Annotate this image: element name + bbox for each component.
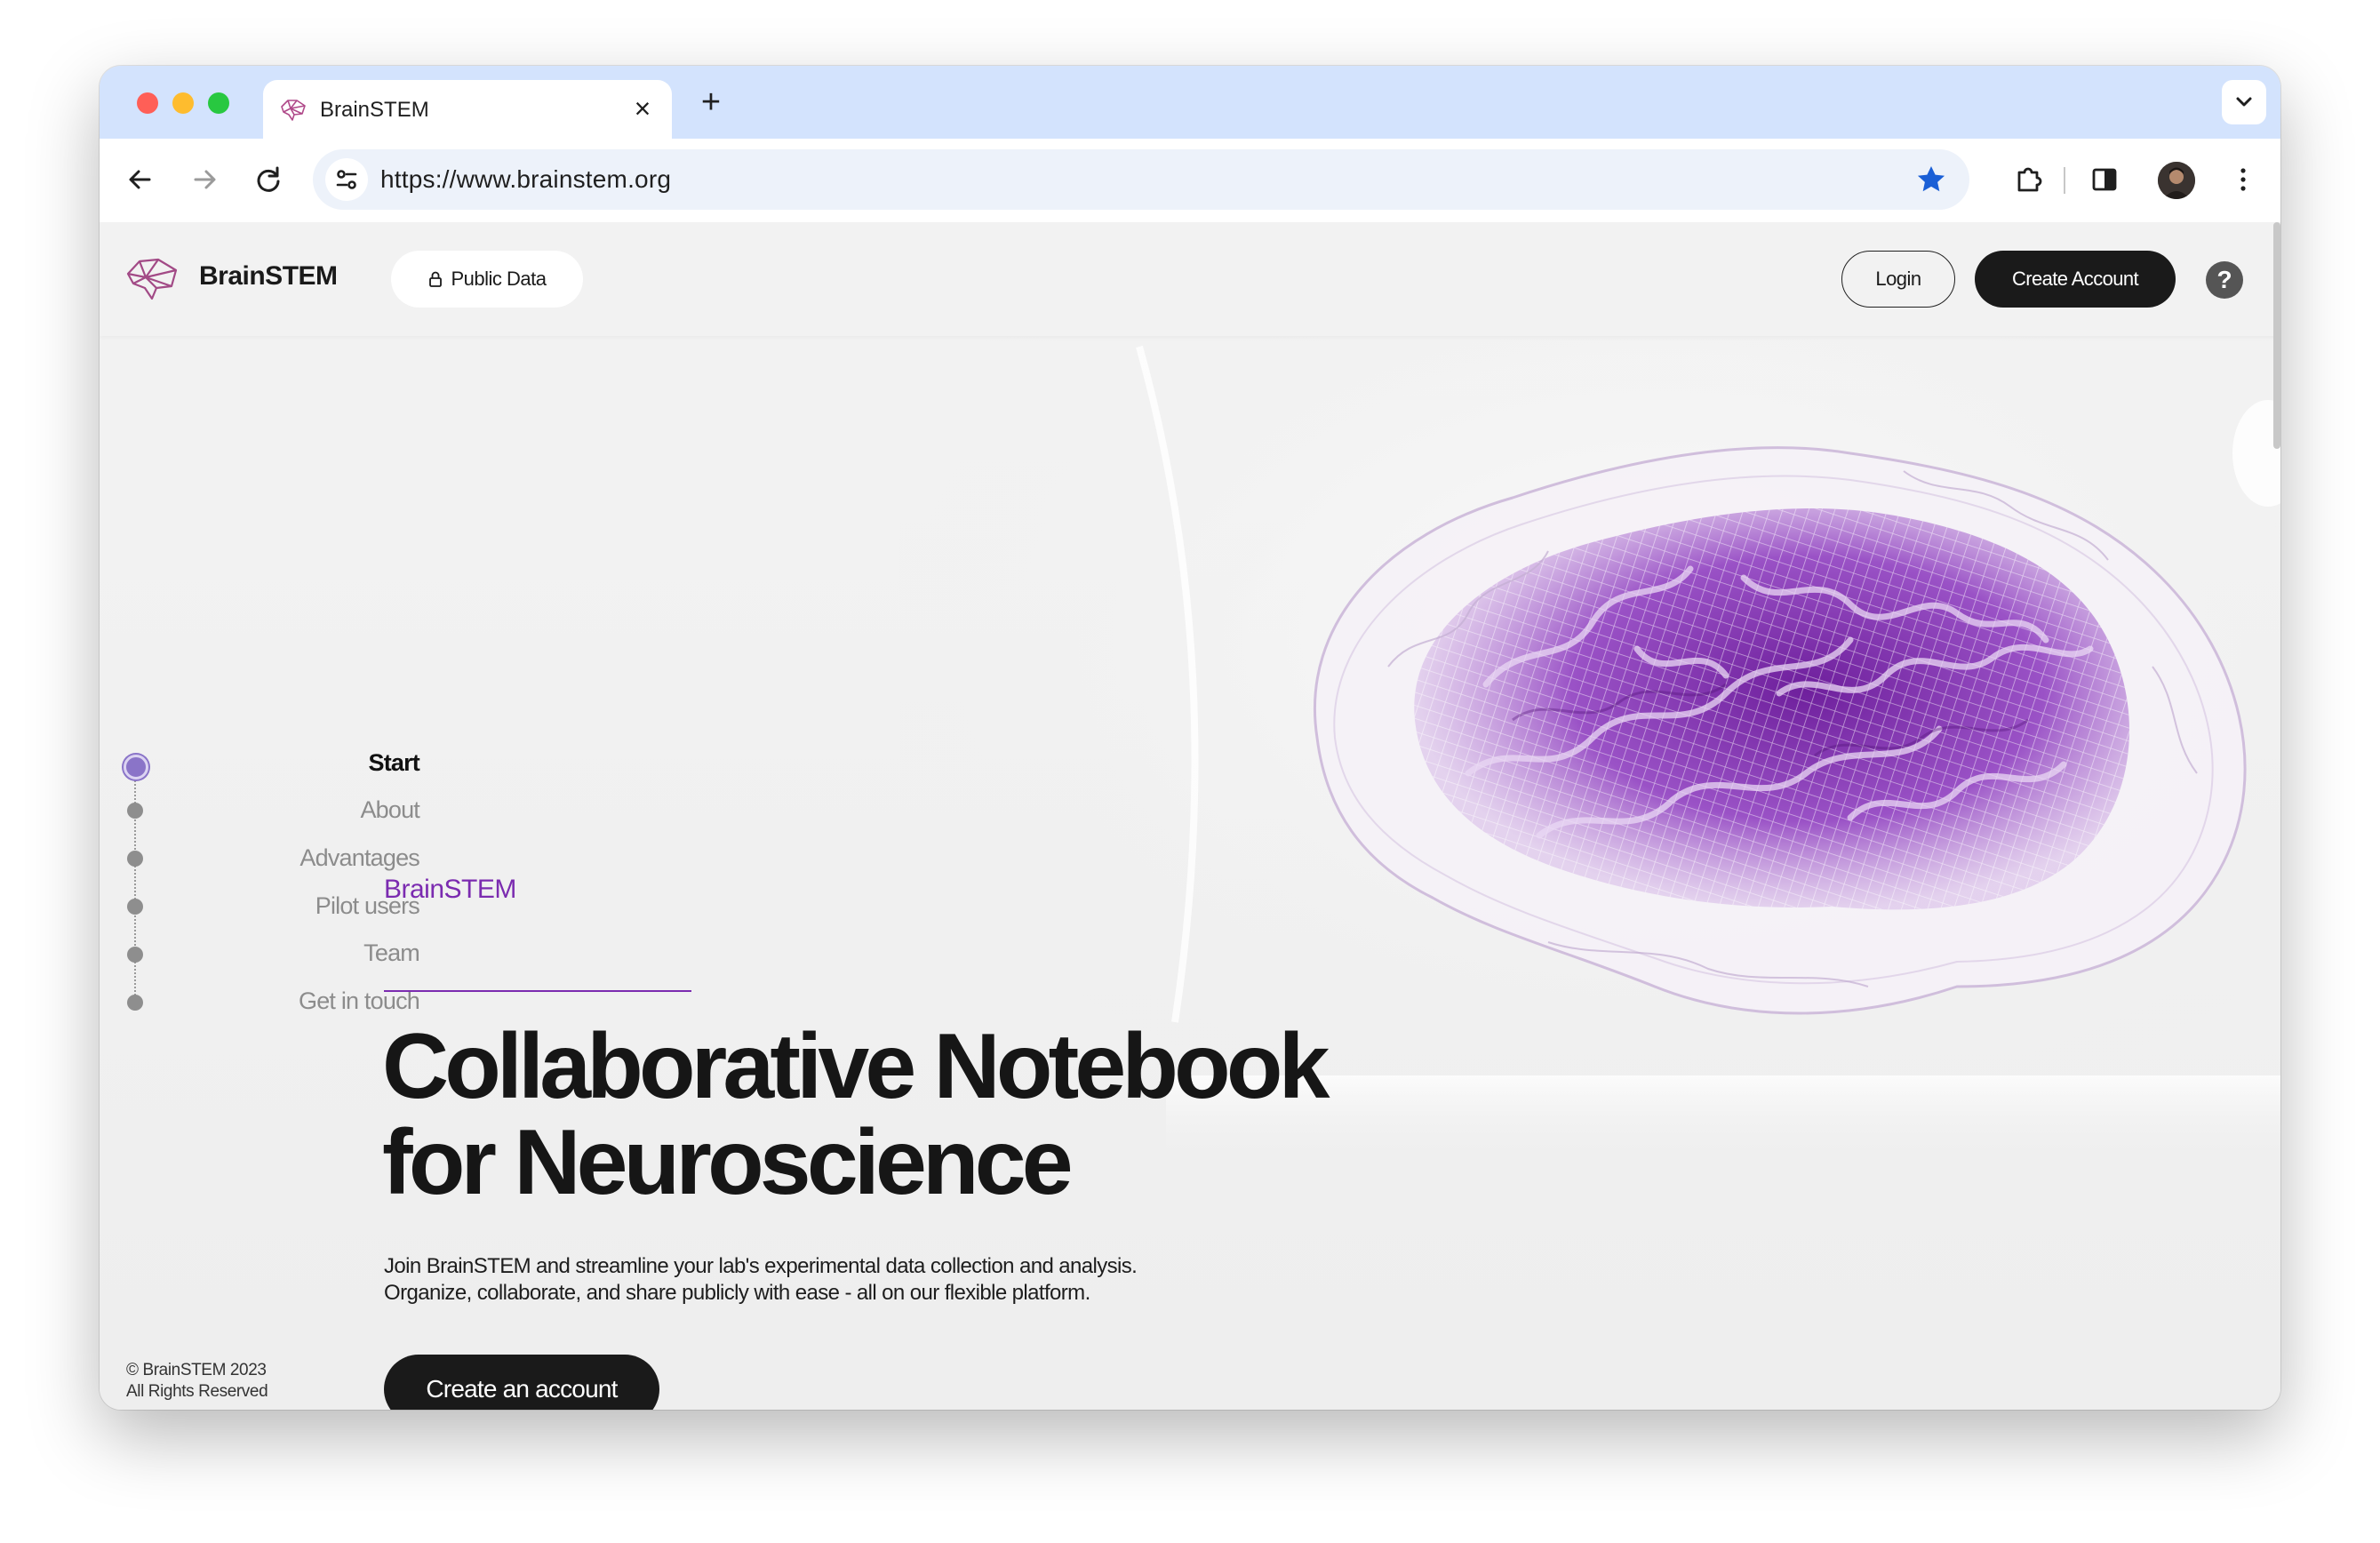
eyebrow-divider: [384, 990, 691, 992]
minimize-window-button[interactable]: [172, 92, 194, 114]
headline-line-1: Collaborative Notebook: [382, 1015, 1330, 1118]
site-name[interactable]: BrainSTEM: [199, 261, 338, 292]
hero-description: Join BrainSTEM and streamline your lab's…: [384, 1253, 1138, 1307]
close-icon[interactable]: ×: [626, 92, 659, 125]
public-data-label: Public Data: [451, 268, 547, 290]
tab-brainstem[interactable]: BrainSTEM ×: [263, 80, 672, 139]
close-window-button[interactable]: [137, 92, 158, 114]
sidepanel-icon[interactable]: [2085, 160, 2124, 199]
plus-icon[interactable]: +: [691, 84, 731, 123]
avatar[interactable]: [2158, 162, 2195, 199]
site-settings-button[interactable]: [325, 158, 368, 201]
sidenav-track: [134, 763, 136, 1003]
sidenav-item-advantages[interactable]: Advantages: [299, 844, 419, 872]
sidenav-dot-advantages[interactable]: [127, 851, 143, 867]
sidenav-dot-start[interactable]: [124, 755, 148, 779]
reload-icon[interactable]: [249, 160, 288, 199]
toolbar-divider: [2064, 167, 2065, 194]
help-icon[interactable]: ?: [2206, 261, 2243, 299]
forward-arrow-icon[interactable]: [185, 160, 224, 199]
extensions-icon[interactable]: [2009, 160, 2048, 199]
login-button[interactable]: Login: [1841, 251, 1955, 308]
site-header: BrainSTEM Public Data Login Create Accou…: [100, 222, 2280, 336]
description-line-1: Join BrainSTEM and streamline your lab's…: [384, 1254, 1138, 1278]
hero-headline: Collaborative Notebook for Neuroscience: [382, 1015, 1330, 1214]
browser-window: BrainSTEM × + https://www.brainstem.org …: [100, 66, 2280, 1410]
maximize-window-button[interactable]: [208, 92, 229, 114]
chevron-down-icon: [2236, 97, 2252, 107]
create-an-account-button[interactable]: Create an account: [384, 1355, 659, 1410]
sidenav-item-about[interactable]: About: [360, 796, 419, 824]
copyright-line-1: © BrainSTEM 2023: [126, 1361, 267, 1379]
copyright-notice: © BrainSTEM 2023 All Rights Reserved: [126, 1360, 268, 1403]
create-account-button[interactable]: Create Account: [1975, 251, 2176, 308]
tab-search-button[interactable]: [2222, 80, 2266, 124]
lock-icon: [429, 271, 443, 287]
site-settings-icon: [336, 170, 357, 189]
copyright-line-2: All Rights Reserved: [126, 1382, 268, 1401]
back-arrow-icon[interactable]: [121, 160, 160, 199]
url-text: https://www.brainstem.org: [380, 165, 672, 193]
brain-logo-icon: [281, 100, 306, 121]
address-bar[interactable]: https://www.brainstem.org: [313, 149, 1969, 210]
browser-toolbar: https://www.brainstem.org: [100, 139, 2280, 223]
description-line-2: Organize, collaborate, and share publicl…: [384, 1281, 1090, 1305]
profile-photo: [2158, 162, 2195, 199]
hero-eyebrow: BrainSTEM: [384, 875, 516, 904]
page-content: BrainSTEM Public Data Login Create Accou…: [100, 222, 2280, 1410]
more-vert-icon[interactable]: [2224, 160, 2263, 199]
sidenav-dot-get-in-touch[interactable]: [127, 995, 143, 1011]
headline-line-2: for Neuroscience: [382, 1111, 1074, 1214]
brain-logo-icon[interactable]: [124, 254, 180, 304]
sidenav-dot-team[interactable]: [127, 947, 143, 963]
tab-title: BrainSTEM: [320, 98, 429, 122]
tab-strip: BrainSTEM × +: [100, 66, 2280, 139]
sidenav-dot-about[interactable]: [127, 803, 143, 819]
sidenav-item-team[interactable]: Team: [363, 939, 420, 967]
sidenav-dot-pilot-users[interactable]: [127, 899, 143, 915]
sidenav-item-start[interactable]: Start: [368, 749, 419, 777]
brain-illustration: [1313, 446, 2247, 1015]
public-data-button[interactable]: Public Data: [391, 251, 583, 308]
star-icon[interactable]: [1914, 163, 1948, 196]
scrollbar-thumb[interactable]: [2273, 222, 2280, 449]
